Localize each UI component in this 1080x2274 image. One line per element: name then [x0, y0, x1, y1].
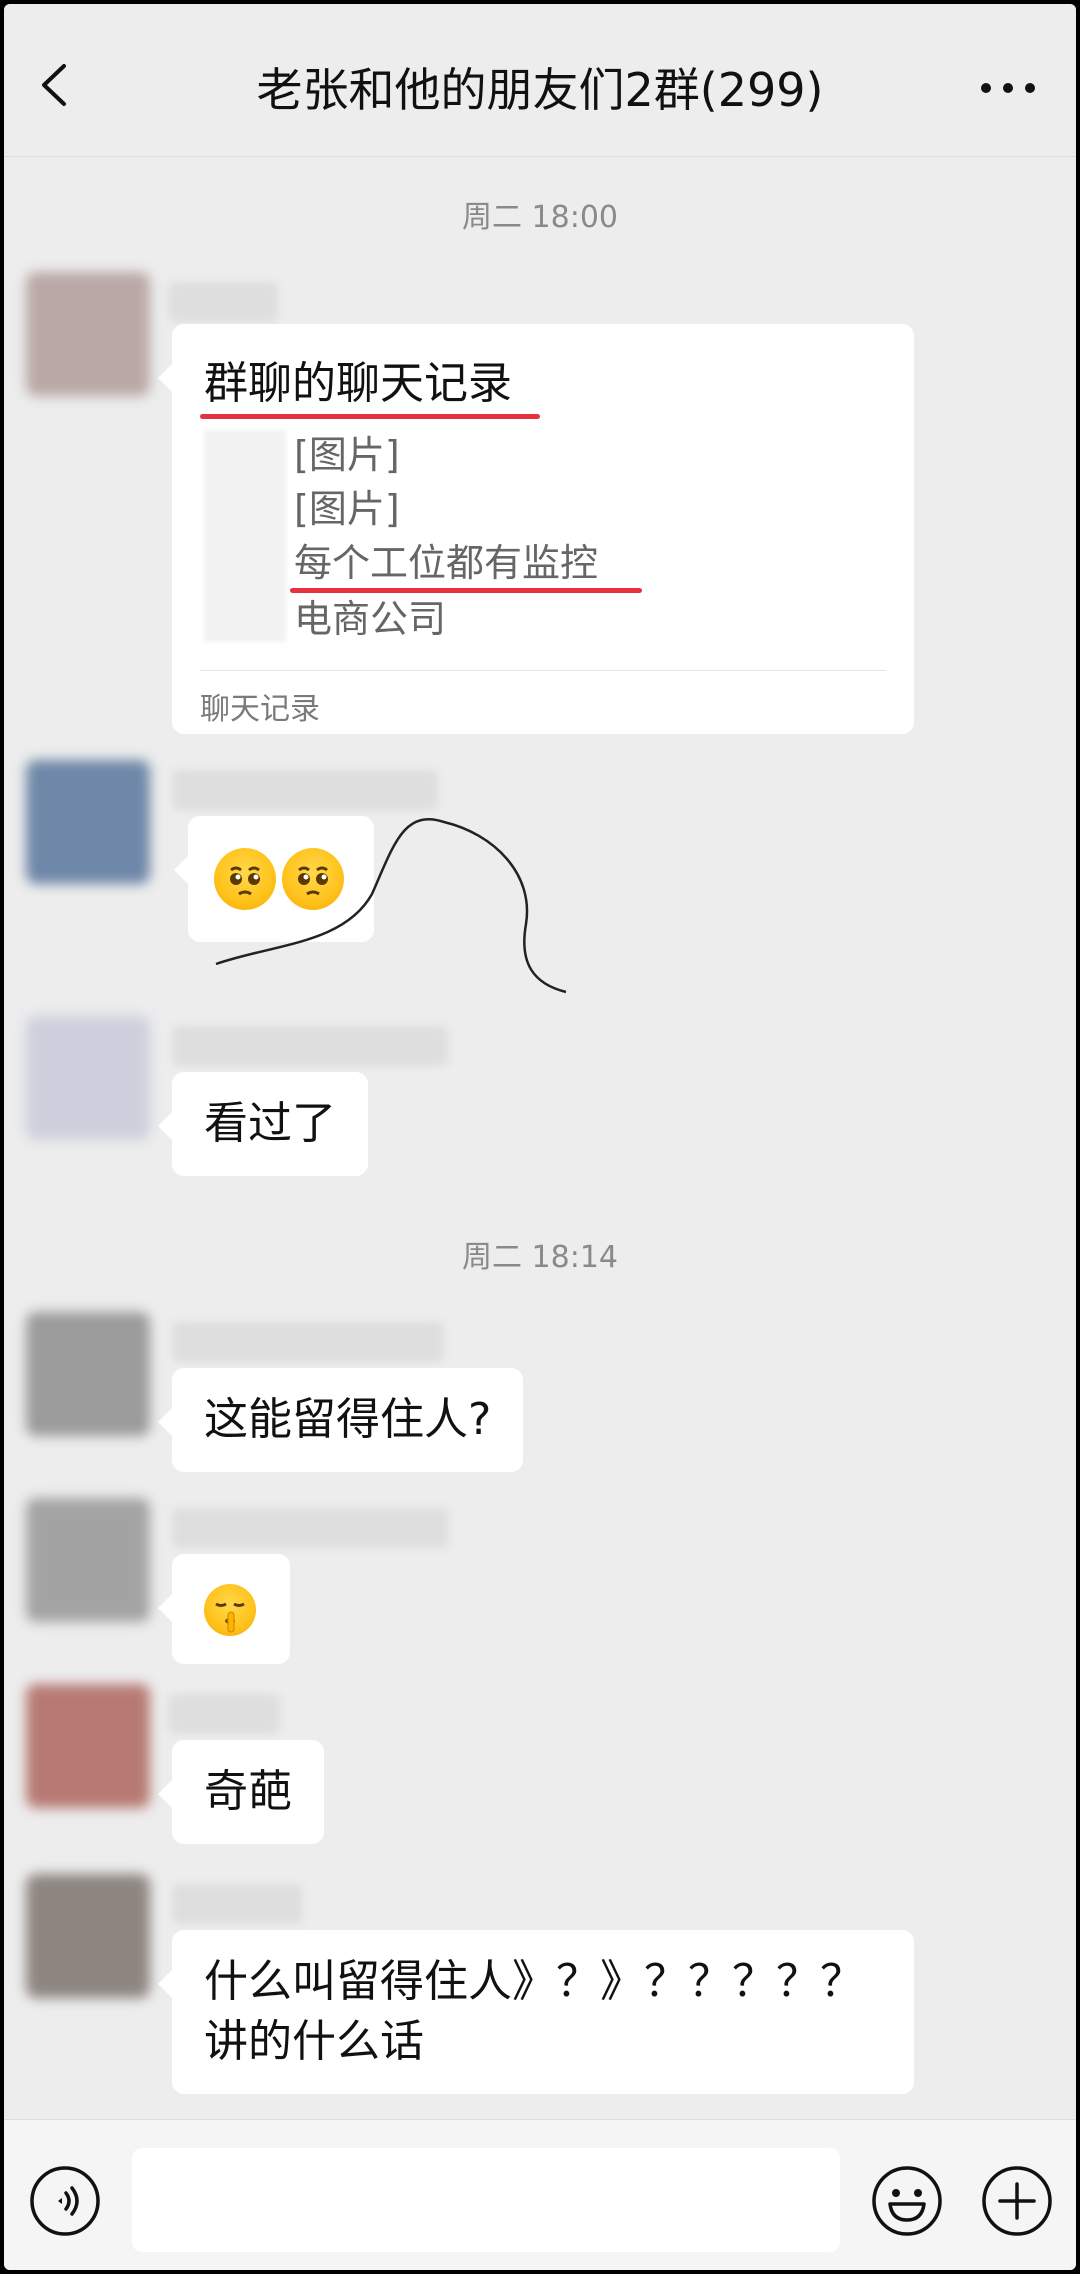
sender-name	[168, 282, 278, 322]
red-underline-annotation	[290, 588, 642, 593]
avatar[interactable]	[26, 1016, 150, 1140]
plus-circle-icon[interactable]	[980, 2164, 1054, 2238]
message-text: 什么叫留得住人》？》？？？？？ 讲的什么话	[204, 1956, 864, 2067]
chat-record-title: 群聊的聊天记录	[204, 358, 512, 409]
record-line: 每个工位都有监控	[294, 541, 599, 585]
message-text: 奇葩	[204, 1766, 292, 1817]
record-line: [图片]	[294, 433, 400, 477]
sender-name	[168, 1694, 280, 1734]
avatar[interactable]	[26, 1874, 150, 1998]
sender-name	[172, 1884, 302, 1924]
record-line: 电商公司	[294, 597, 447, 641]
chat-record-footer: 聊天记录	[200, 692, 320, 727]
chevron-left-icon[interactable]	[32, 60, 82, 110]
chat-screen: 老张和他的朋友们2群(299) 周二 18:00 群聊的聊天记录 [图片] [图…	[4, 4, 1076, 2270]
timestamp: 周二 18:00	[462, 200, 618, 235]
scribble-annotation	[215, 818, 567, 994]
red-underline-annotation	[200, 414, 540, 419]
chat-record-card[interactable]: 群聊的聊天记录 [图片] [图片] 每个工位都有监控 电商公司 聊天记录	[158, 324, 914, 734]
sender-name	[172, 1322, 444, 1362]
avatar[interactable]	[26, 1312, 150, 1436]
avatar[interactable]	[26, 272, 150, 396]
message-bubble[interactable]: 奇葩	[158, 1740, 324, 1844]
message-text: 看过了	[204, 1098, 336, 1149]
message-text: 这能留得住人?	[204, 1394, 492, 1445]
smiley-icon[interactable]	[870, 2164, 944, 2238]
record-line: [图片]	[294, 487, 400, 531]
input-bar	[4, 2119, 1076, 2270]
message-input[interactable]	[132, 2148, 840, 2252]
sender-name	[172, 1026, 448, 1066]
sender-name	[172, 1508, 448, 1548]
message-bubble[interactable]: 这能留得住人?	[157, 1368, 524, 1472]
voice-icon[interactable]	[28, 2164, 102, 2238]
shushing-face-icon	[204, 1584, 256, 1636]
record-thumbnail	[204, 430, 286, 642]
divider	[200, 670, 886, 671]
more-dots-icon[interactable]	[978, 80, 1038, 96]
message-bubble[interactable]: 看过了	[158, 1072, 368, 1176]
timestamp: 周二 18:14	[462, 1240, 618, 1275]
avatar[interactable]	[26, 1498, 150, 1622]
message-bubble[interactable]: 什么叫留得住人》？》？？？？？ 讲的什么话	[158, 1930, 914, 2094]
chat-title: 老张和他的朋友们2群(299)	[256, 63, 824, 117]
chat-header: 老张和他的朋友们2群(299)	[4, 4, 1076, 157]
avatar[interactable]	[26, 760, 150, 884]
message-bubble[interactable]	[158, 1554, 290, 1664]
avatar[interactable]	[26, 1684, 150, 1808]
